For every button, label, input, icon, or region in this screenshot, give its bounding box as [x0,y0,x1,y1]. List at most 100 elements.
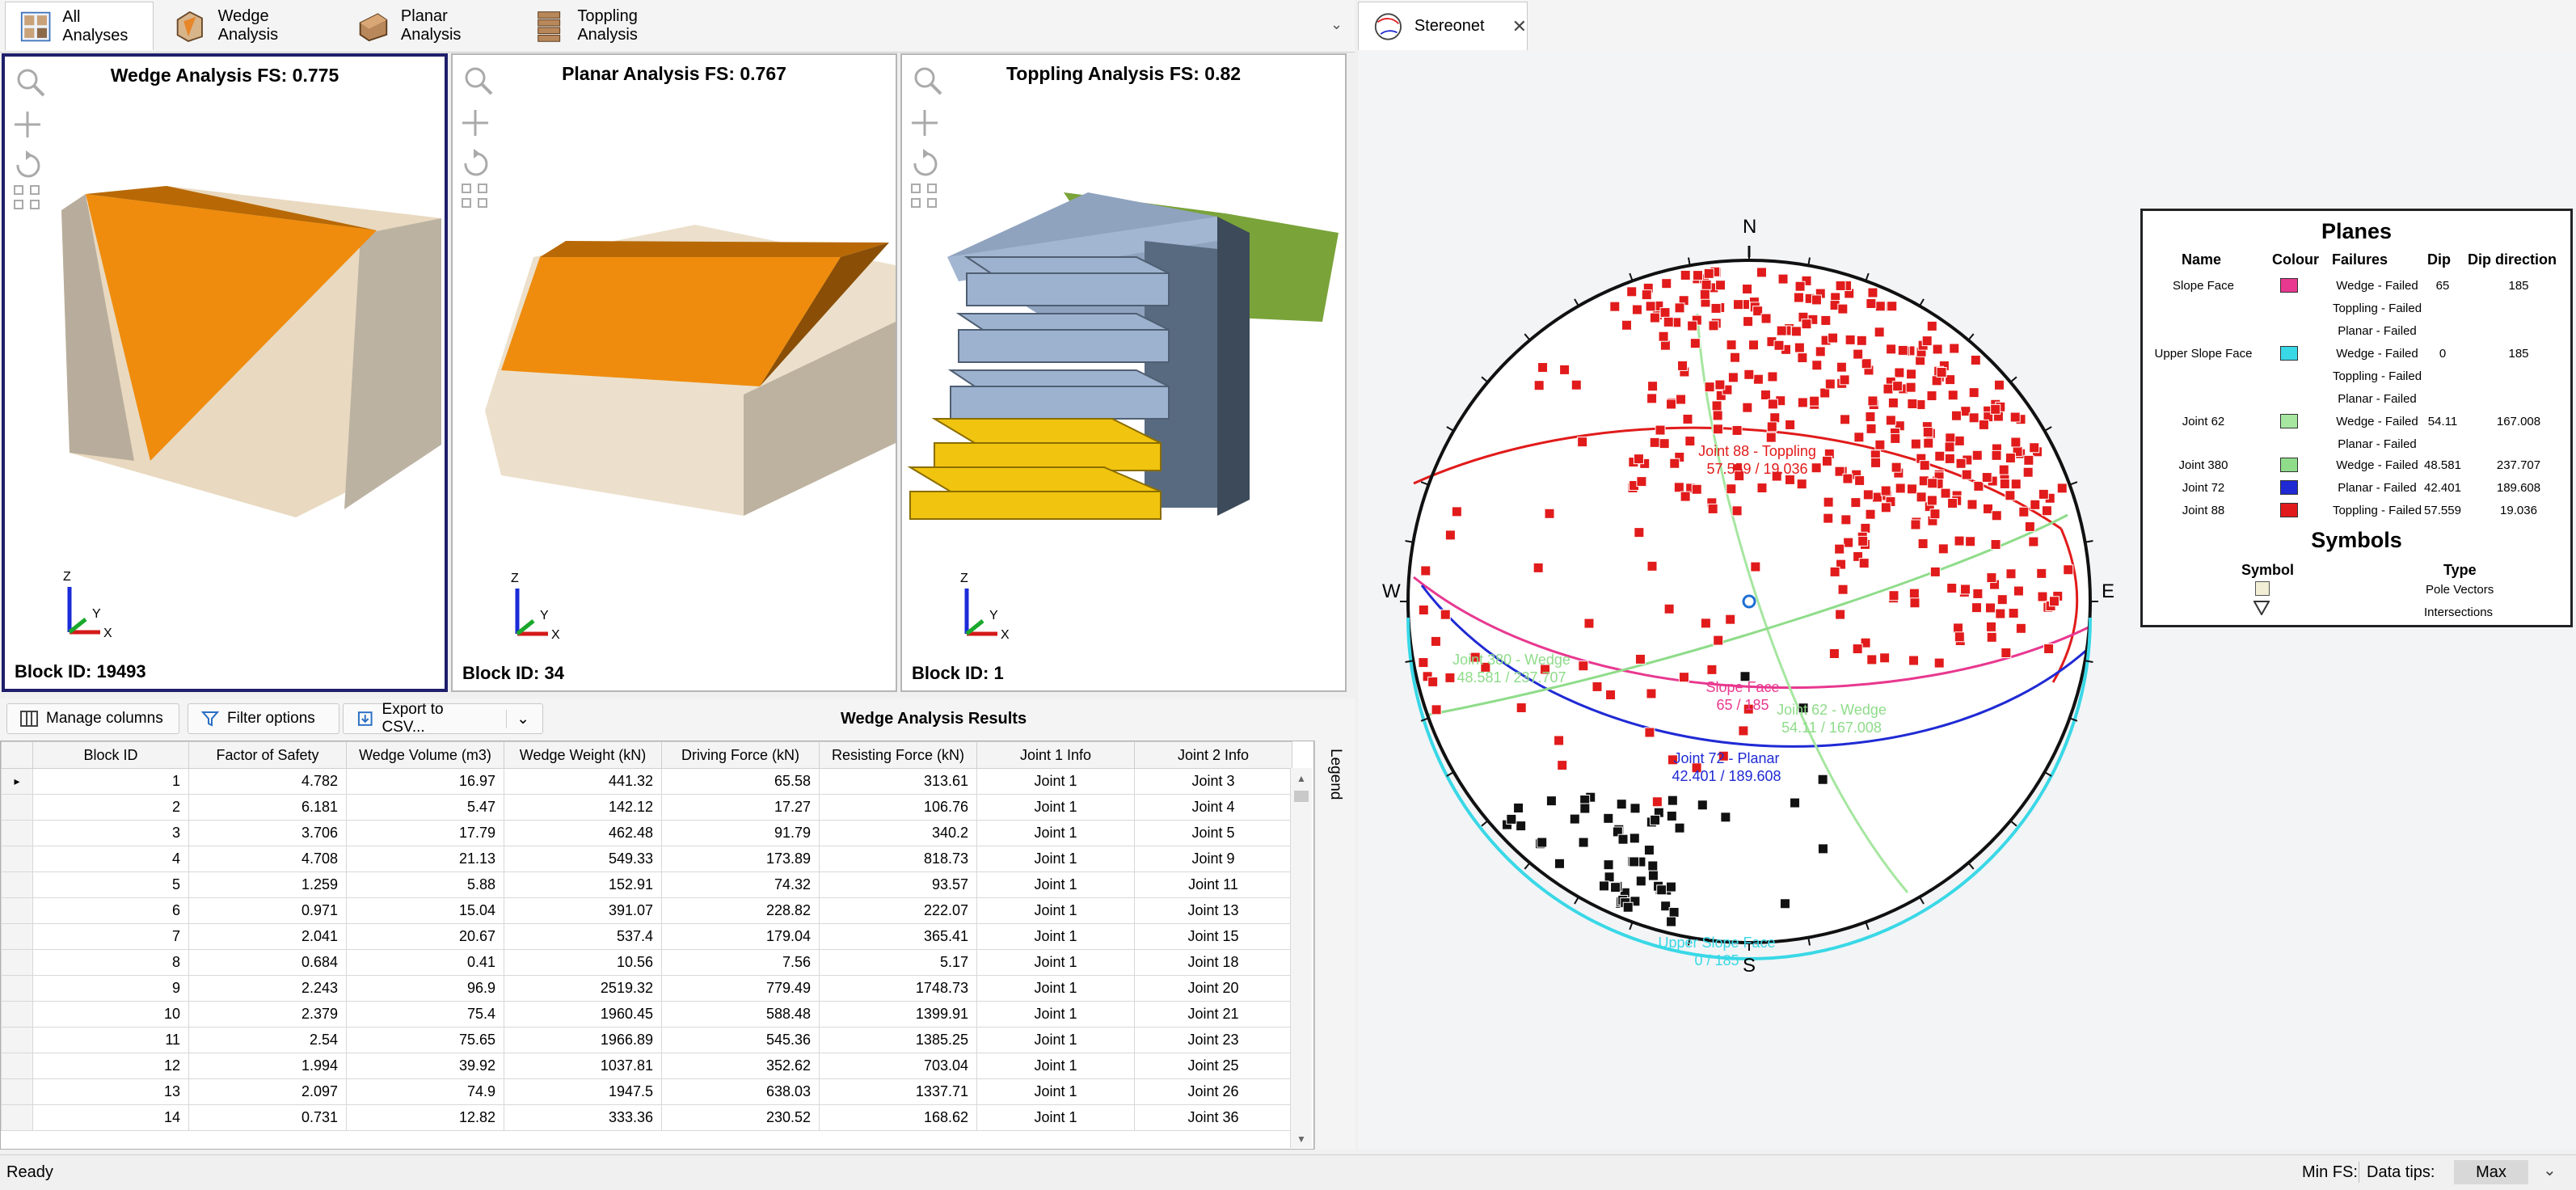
pole-marker[interactable] [1801,319,1812,330]
pole-marker[interactable] [1886,344,1897,355]
row-selector[interactable] [1,949,33,976]
pole-marker[interactable] [1984,602,1996,614]
pole-marker[interactable] [1636,476,1647,487]
intersection-marker[interactable] [1603,812,1614,824]
pole-marker[interactable] [1649,437,1660,448]
pole-marker[interactable] [1767,371,1778,382]
pole-marker[interactable] [2038,488,2049,500]
intersection-marker[interactable] [1513,802,1524,813]
table-row[interactable]: 14 0.731 12.82 333.36 230.52 168.62 Joint 1 Joi… [1,1104,1292,1131]
pole-marker[interactable] [1821,455,1832,466]
pole-marker[interactable] [1850,497,1861,508]
pole-marker[interactable] [1743,369,1755,380]
pole-marker[interactable] [1874,327,1885,338]
column-header[interactable]: Block ID [32,741,189,769]
export-dropdown-chevron-icon[interactable]: ⌄ [506,709,529,728]
pole-marker[interactable] [1776,325,1787,336]
pole-marker[interactable] [1965,536,1976,547]
pole-marker[interactable] [2005,568,2017,580]
pole-marker[interactable] [1748,340,1760,351]
pole-marker[interactable] [1773,340,1785,351]
manage-columns-button[interactable]: Manage columns [6,703,179,734]
pole-marker[interactable] [1910,438,1921,449]
pole-marker[interactable] [1796,479,1807,490]
pole-marker[interactable] [1427,676,1439,687]
pole-marker[interactable] [1828,332,1839,344]
pole-marker[interactable] [1699,289,1710,300]
pole-marker[interactable] [1790,326,1802,337]
pole-marker[interactable] [1727,372,1739,383]
intersection-marker[interactable] [1647,870,1659,881]
pole-marker[interactable] [1533,380,1545,391]
pole-marker[interactable] [2023,454,2034,466]
pole-marker[interactable] [1769,412,1781,424]
pole-marker[interactable] [1823,496,1834,508]
pole-marker[interactable] [1663,603,1675,614]
pole-marker[interactable] [1865,411,1876,422]
pole-marker[interactable] [1998,464,2009,475]
pole-marker[interactable] [2009,411,2021,423]
pole-marker[interactable] [1570,379,1582,390]
intersection-marker[interactable] [1506,813,1517,825]
pole-marker[interactable] [1885,415,1896,426]
pole-marker[interactable] [1909,597,1920,609]
pole-marker[interactable] [1910,519,1921,530]
pole-marker[interactable] [1990,538,2001,550]
pole-marker[interactable] [1661,278,1672,289]
tab-planar-analysis[interactable]: Planar Analysis [343,2,516,50]
pole-marker[interactable] [1852,644,1863,655]
pole-marker[interactable] [1970,354,1981,365]
pole-marker[interactable] [1871,492,1882,503]
pole-marker[interactable] [1752,373,1764,385]
intersection-marker[interactable] [1666,916,1677,927]
pole-marker[interactable] [1865,508,1876,520]
column-header[interactable]: Joint 2 Info [1134,741,1292,769]
pole-marker[interactable] [1760,390,1771,401]
pole-marker[interactable] [1554,735,1565,746]
pole-marker[interactable] [2037,591,2048,602]
row-selector[interactable] [1,1027,33,1053]
pole-marker[interactable] [1949,343,1960,354]
pole-marker[interactable] [1971,449,1983,461]
pole-marker[interactable] [1621,319,1632,331]
pole-marker[interactable] [1836,361,1847,373]
scrollbar-thumb[interactable] [1294,791,1309,802]
pole-marker[interactable] [1693,270,1704,281]
pole-marker[interactable] [1894,367,1905,378]
pole-marker[interactable] [1605,690,1617,701]
row-selector[interactable] [1,794,33,821]
pole-marker[interactable] [1725,614,1736,625]
column-header[interactable]: Factor of Safety [188,741,347,769]
intersection-marker[interactable] [1516,821,1527,832]
pole-marker[interactable] [1870,457,1882,468]
pole-marker[interactable] [1708,320,1719,331]
pole-marker[interactable] [2005,453,2016,464]
wedge-viewport[interactable]: Wedge Analysis FS: 0.775 Z Y X Block ID:… [2,53,448,692]
pole-marker[interactable] [1874,439,1886,450]
table-row[interactable]: 8 0.684 0.41 10.56 7.56 5.17 Joint 1 Joint 18 [1,949,1292,976]
pole-marker[interactable] [1908,655,1920,666]
scroll-up-arrow-icon[interactable]: ▲ [1296,773,1306,784]
data-tips-select[interactable]: Max [2454,1160,2528,1184]
pole-marker[interactable] [1641,289,1652,301]
pole-marker[interactable] [2041,505,2052,517]
pole-marker[interactable] [1982,503,1993,514]
table-row[interactable]: 11 2.54 75.65 1966.89 545.36 1385.25 Joint 1 Jo… [1,1027,1292,1053]
pole-marker[interactable] [1927,478,1938,489]
pole-marker[interactable] [1537,362,1549,373]
export-csv-button[interactable]: Export to CSV... ⌄ [343,701,543,736]
pole-marker[interactable] [1862,489,1874,500]
pole-marker[interactable] [2010,479,2022,490]
tab-overflow-chevron-icon[interactable]: ⌄ [1330,16,1343,33]
pole-marker[interactable] [1986,572,1997,584]
pole-marker[interactable] [1819,387,1831,399]
pole-marker[interactable] [1689,338,1701,349]
intersection-marker[interactable] [1697,800,1708,811]
pole-marker[interactable] [1592,681,1603,692]
pole-marker[interactable] [1440,609,1451,620]
pole-marker[interactable] [1991,510,2002,521]
pole-marker[interactable] [1867,287,1878,298]
intersection-marker[interactable] [1569,813,1580,825]
pole-marker[interactable] [1990,403,2001,415]
row-selector[interactable]: ▸ [1,768,33,795]
